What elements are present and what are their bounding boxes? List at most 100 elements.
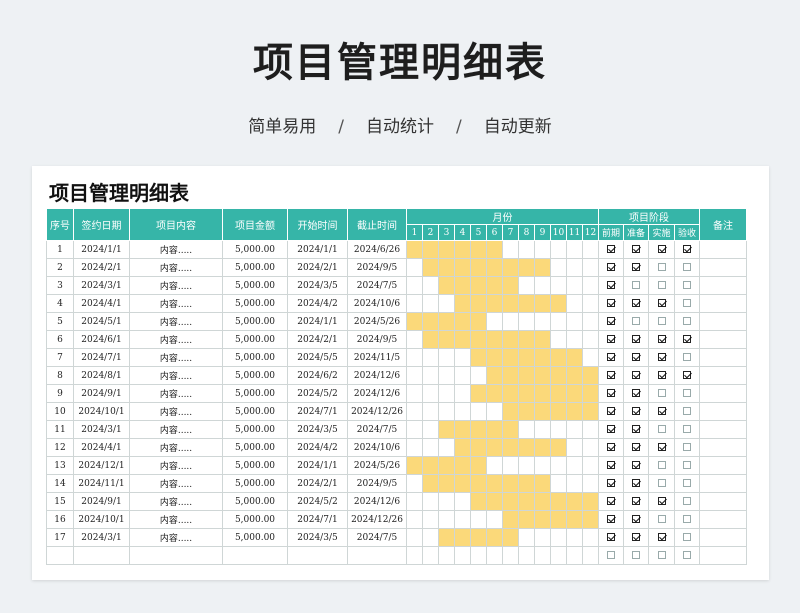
gantt-cell[interactable] [534, 276, 551, 295]
gantt-cell[interactable] [422, 258, 439, 277]
gantt-cell[interactable] [470, 420, 487, 439]
stage-checkbox[interactable] [657, 551, 666, 559]
gantt-cell[interactable] [406, 546, 423, 565]
cell-end[interactable]: 2024/5/26 [347, 456, 407, 475]
gantt-cell[interactable] [486, 330, 503, 349]
gantt-cell[interactable] [550, 528, 567, 547]
cell-amount[interactable]: 5,000.00 [222, 330, 288, 349]
gantt-cell[interactable] [550, 366, 567, 385]
gantt-cell[interactable] [566, 546, 583, 565]
gantt-cell[interactable] [502, 546, 519, 565]
gantt-cell[interactable] [582, 492, 599, 511]
cell-amount[interactable]: 5,000.00 [222, 402, 288, 421]
gantt-cell[interactable] [470, 258, 487, 277]
cell-amount[interactable]: 5,000.00 [222, 474, 288, 493]
gantt-cell[interactable] [422, 546, 439, 565]
gantt-cell[interactable] [470, 546, 487, 565]
cell-seq[interactable]: 4 [46, 294, 74, 313]
stage-checkbox[interactable] [632, 317, 640, 325]
gantt-cell[interactable] [566, 474, 583, 493]
stage-checkbox[interactable] [683, 551, 691, 559]
cell-end[interactable]: 2024/10/6 [347, 294, 407, 313]
gantt-cell[interactable] [438, 402, 455, 421]
cell-seq[interactable]: 5 [46, 312, 74, 331]
cell-remark[interactable] [699, 330, 747, 349]
cell-start[interactable]: 2024/2/1 [287, 258, 348, 277]
gantt-cell[interactable] [502, 312, 519, 331]
gantt-cell[interactable] [518, 438, 535, 457]
gantt-cell[interactable] [406, 420, 423, 439]
stage-checkbox[interactable] [657, 335, 666, 343]
cell-remark[interactable] [699, 312, 747, 331]
cell-end[interactable]: 2024/12/26 [347, 510, 407, 529]
cell-amount[interactable]: 5,000.00 [222, 438, 288, 457]
cell-content[interactable]: 内容..... [129, 294, 223, 313]
gantt-cell[interactable] [550, 312, 567, 331]
cell-sign-date[interactable]: 2024/6/1 [73, 330, 130, 349]
cell-sign-date[interactable]: 2024/3/1 [73, 528, 130, 547]
gantt-cell[interactable] [438, 366, 455, 385]
gantt-cell[interactable] [566, 438, 583, 457]
gantt-cell[interactable] [582, 528, 599, 547]
gantt-cell[interactable] [470, 312, 487, 331]
stage-checkbox[interactable] [607, 533, 615, 541]
cell-content[interactable]: 内容..... [129, 348, 223, 367]
gantt-cell[interactable] [550, 402, 567, 421]
cell-start[interactable]: 2024/5/5 [287, 348, 348, 367]
cell-remark[interactable] [699, 294, 747, 313]
gantt-cell[interactable] [502, 240, 519, 259]
cell-content[interactable]: 内容..... [129, 510, 223, 529]
gantt-cell[interactable] [518, 420, 535, 439]
cell-content[interactable]: 内容..... [129, 474, 223, 493]
gantt-cell[interactable] [566, 348, 583, 367]
gantt-cell[interactable] [406, 456, 423, 475]
gantt-cell[interactable] [422, 420, 439, 439]
cell-sign-date[interactable]: 2024/9/1 [73, 492, 130, 511]
gantt-cell[interactable] [534, 402, 551, 421]
stage-checkbox[interactable] [683, 461, 691, 469]
stage-checkbox[interactable] [657, 371, 666, 379]
gantt-cell[interactable] [486, 402, 503, 421]
gantt-cell[interactable] [534, 474, 551, 493]
gantt-cell[interactable] [534, 384, 551, 403]
cell-remark[interactable] [699, 402, 747, 421]
gantt-cell[interactable] [470, 474, 487, 493]
gantt-cell[interactable] [438, 240, 455, 259]
gantt-cell[interactable] [502, 330, 519, 349]
cell-remark[interactable] [699, 366, 747, 385]
gantt-cell[interactable] [518, 456, 535, 475]
cell-seq[interactable]: 17 [46, 528, 74, 547]
gantt-cell[interactable] [550, 258, 567, 277]
gantt-cell[interactable] [454, 438, 471, 457]
gantt-cell[interactable] [406, 240, 423, 259]
cell-seq[interactable]: 14 [46, 474, 74, 493]
cell-content[interactable]: 内容..... [129, 528, 223, 547]
gantt-cell[interactable] [422, 528, 439, 547]
gantt-cell[interactable] [438, 420, 455, 439]
gantt-cell[interactable] [438, 258, 455, 277]
gantt-cell[interactable] [422, 312, 439, 331]
gantt-cell[interactable] [566, 384, 583, 403]
gantt-cell[interactable] [422, 492, 439, 511]
stage-checkbox[interactable] [632, 443, 640, 451]
stage-checkbox[interactable] [683, 371, 691, 379]
stage-checkbox[interactable] [632, 515, 640, 523]
stage-checkbox[interactable] [683, 335, 691, 343]
cell-sign-date[interactable]: 2024/10/1 [73, 510, 130, 529]
stage-checkbox[interactable] [632, 479, 640, 487]
stage-checkbox[interactable] [632, 389, 640, 397]
stage-checkbox[interactable] [683, 443, 691, 451]
gantt-cell[interactable] [470, 366, 487, 385]
gantt-cell[interactable] [550, 492, 567, 511]
gantt-cell[interactable] [550, 510, 567, 529]
cell-seq[interactable]: 2 [46, 258, 74, 277]
cell-seq[interactable]: 7 [46, 348, 74, 367]
gantt-cell[interactable] [470, 294, 487, 313]
cell-end[interactable]: 2024/6/26 [347, 240, 407, 259]
stage-checkbox[interactable] [607, 551, 615, 559]
stage-checkbox[interactable] [632, 425, 640, 433]
cell-content[interactable]: 内容..... [129, 258, 223, 277]
gantt-cell[interactable] [438, 276, 455, 295]
stage-checkbox[interactable] [683, 281, 691, 289]
gantt-cell[interactable] [502, 294, 519, 313]
